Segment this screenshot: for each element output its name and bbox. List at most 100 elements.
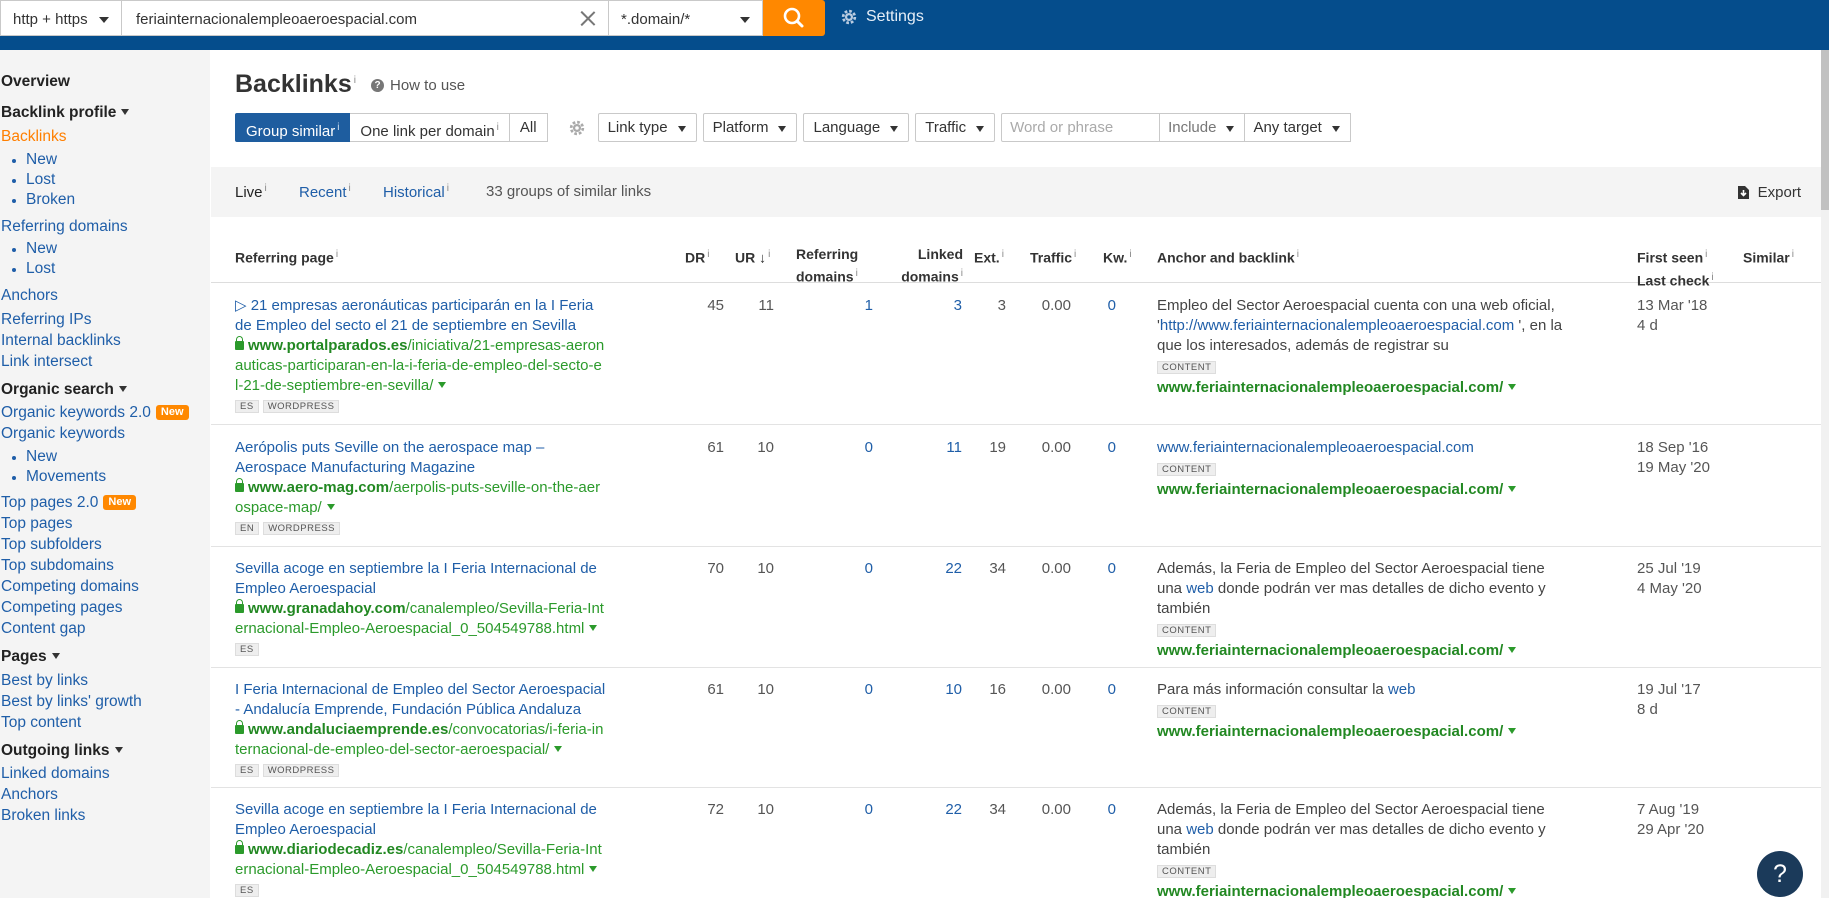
sidebar-item-backlinks[interactable]: Backlinks: [0, 125, 210, 150]
sidebar-section-backlink-profile[interactable]: Backlink profile: [0, 101, 210, 126]
sidebar-item-ok-movements[interactable]: Movements: [0, 467, 210, 487]
gear-icon[interactable]: [568, 119, 586, 137]
referring-page-title[interactable]: Sevilla acoge en septiembre la I Feria I…: [235, 559, 610, 599]
sidebar-item-rd-new[interactable]: New: [0, 239, 210, 259]
referring-domains-value[interactable]: 0: [831, 680, 873, 700]
link-type-dropdown[interactable]: Link type: [597, 113, 697, 142]
sidebar-item-link-intersect[interactable]: Link intersect: [0, 351, 210, 372]
sidebar-item-best-by-links[interactable]: Best by links: [0, 670, 210, 691]
one-link-per-domain-toggle[interactable]: One link per domain i: [350, 113, 510, 142]
sidebar-item-referring-ips[interactable]: Referring IPs: [0, 309, 210, 330]
sidebar-item-backlinks-lost[interactable]: Lost: [0, 170, 210, 190]
word-or-phrase-input[interactable]: Word or phrase: [1001, 113, 1161, 142]
sidebar-item-organic-keywords-2[interactable]: Organic keywords 2.0 New: [0, 402, 210, 423]
include-dropdown[interactable]: Include: [1160, 113, 1246, 142]
sidebar-item-internal-backlinks[interactable]: Internal backlinks: [0, 330, 210, 351]
col-dr[interactable]: DR i: [685, 245, 709, 268]
sidebar-item-backlinks-broken[interactable]: Broken: [0, 190, 210, 210]
chevron-down-icon[interactable]: [1508, 647, 1517, 653]
sidebar-item-organic-keywords[interactable]: Organic keywords: [0, 423, 210, 444]
chevron-down-icon[interactable]: [589, 866, 598, 872]
sidebar-item-overview[interactable]: Overview: [0, 70, 210, 95]
anchor-link[interactable]: web: [1388, 681, 1416, 698]
group-similar-toggle[interactable]: Group similar i: [235, 113, 351, 142]
sidebar-item-content-gap[interactable]: Content gap: [0, 618, 210, 639]
sidebar-section-organic-search[interactable]: Organic search: [0, 378, 210, 403]
anchor-link[interactable]: www.feriainternacionalempleoaeroespacial…: [1157, 439, 1474, 456]
sidebar-item-top-content[interactable]: Top content: [0, 712, 210, 733]
col-referring-domains[interactable]: Referring domains i: [796, 245, 858, 287]
backlink-target[interactable]: www.feriainternacionalempleoaeroespacial…: [1157, 722, 1567, 742]
linked-domains-value[interactable]: 22: [911, 800, 962, 820]
sidebar-item-competing-domains[interactable]: Competing domains: [0, 576, 210, 597]
sidebar-item-anchors[interactable]: Anchors: [0, 284, 210, 309]
sidebar-item-top-pages-2[interactable]: Top pages 2.0 New: [0, 492, 210, 513]
sidebar-item-backlinks-new[interactable]: New: [0, 150, 210, 170]
chevron-down-icon[interactable]: [438, 382, 447, 388]
referring-page-title[interactable]: Sevilla acoge en septiembre la I Feria I…: [235, 800, 610, 840]
sidebar-section-pages[interactable]: Pages: [0, 645, 210, 670]
sidebar-section-outgoing-links[interactable]: Outgoing links: [0, 739, 210, 764]
scrollbar-thumb[interactable]: [1821, 50, 1829, 210]
chevron-down-icon[interactable]: [1508, 486, 1517, 492]
settings-button[interactable]: Settings: [840, 8, 924, 26]
linked-domains-value[interactable]: 22: [911, 559, 962, 579]
chevron-down-icon[interactable]: [326, 504, 335, 510]
col-ext[interactable]: Ext. i: [974, 245, 1004, 268]
referring-domains-value[interactable]: 0: [831, 438, 873, 458]
help-button[interactable]: ?: [1757, 851, 1803, 897]
referring-domains-value[interactable]: 0: [831, 559, 873, 579]
export-button[interactable]: Export: [1737, 184, 1801, 201]
mode-select[interactable]: *.domain/*: [608, 0, 763, 36]
sidebar-item-best-by-links-growth[interactable]: Best by links' growth: [0, 691, 210, 712]
sidebar-item-top-pages[interactable]: Top pages: [0, 513, 210, 534]
referring-page-title[interactable]: Aerópolis puts Seville on the aerospace …: [235, 438, 610, 478]
all-toggle[interactable]: All: [509, 113, 548, 142]
referring-page-url[interactable]: www.aero-mag.com/aerpolis-puts-seville-o…: [235, 478, 605, 518]
language-dropdown[interactable]: Language: [803, 113, 910, 142]
info-icon[interactable]: i: [354, 75, 356, 86]
kw-value[interactable]: 0: [1091, 559, 1116, 579]
kw-value[interactable]: 0: [1091, 680, 1116, 700]
platform-dropdown[interactable]: Platform: [702, 113, 798, 142]
referring-page-url[interactable]: www.diariodecadiz.es/canalempleo/Sevilla…: [235, 840, 605, 880]
referring-domains-value[interactable]: 0: [831, 800, 873, 820]
sidebar-item-linked-domains[interactable]: Linked domains: [0, 763, 210, 784]
any-target-dropdown[interactable]: Any target: [1245, 113, 1351, 142]
referring-page-url[interactable]: www.andaluciaemprende.es/convocatorias/i…: [235, 720, 605, 760]
protocol-select[interactable]: http + https: [0, 0, 122, 36]
sidebar-item-rd-lost[interactable]: Lost: [0, 259, 210, 279]
tab-live[interactable]: Live i: [235, 183, 267, 201]
col-ur[interactable]: UR ↓ i: [735, 245, 770, 268]
anchor-link[interactable]: web: [1186, 821, 1214, 838]
url-input[interactable]: feriainternacionalempleoaeroespacial.com: [121, 0, 609, 36]
chevron-down-icon[interactable]: [1508, 728, 1517, 734]
tab-historical[interactable]: Historical i: [383, 183, 449, 201]
backlink-target[interactable]: www.feriainternacionalempleoaeroespacial…: [1157, 378, 1567, 398]
referring-page-url[interactable]: www.portalparados.es/iniciativa/21-empre…: [235, 336, 605, 396]
how-to-use-link[interactable]: ? How to use: [371, 77, 465, 94]
backlink-target[interactable]: www.feriainternacionalempleoaeroespacial…: [1157, 641, 1567, 661]
col-anchor[interactable]: Anchor and backlink i: [1157, 245, 1299, 268]
col-traffic[interactable]: Traffic i: [1030, 245, 1076, 268]
sidebar-item-ok-new[interactable]: New: [0, 447, 210, 467]
traffic-dropdown[interactable]: Traffic: [915, 113, 996, 142]
col-referring-page[interactable]: Referring page i: [235, 245, 338, 268]
backlink-target[interactable]: www.feriainternacionalempleoaeroespacial…: [1157, 882, 1567, 898]
kw-value[interactable]: 0: [1091, 296, 1116, 316]
linked-domains-value[interactable]: 3: [911, 296, 962, 316]
chevron-down-icon[interactable]: [1508, 888, 1517, 894]
backlink-target[interactable]: www.feriainternacionalempleoaeroespacial…: [1157, 480, 1567, 500]
sidebar-item-top-subdomains[interactable]: Top subdomains: [0, 555, 210, 576]
referring-page-url[interactable]: www.granadahoy.com/canalempleo/Sevilla-F…: [235, 599, 605, 639]
referring-page-title[interactable]: ▷ 21 empresas aeronáuticas participarán …: [235, 296, 610, 336]
sidebar-item-top-subfolders[interactable]: Top subfolders: [0, 534, 210, 555]
chevron-down-icon[interactable]: [589, 625, 598, 631]
sidebar-item-broken-links[interactable]: Broken links: [0, 805, 210, 826]
sidebar-item-anchors-out[interactable]: Anchors: [0, 784, 210, 805]
sidebar-item-competing-pages[interactable]: Competing pages: [0, 597, 210, 618]
kw-value[interactable]: 0: [1091, 438, 1116, 458]
sidebar-item-referring-domains[interactable]: Referring domains: [0, 215, 210, 240]
chevron-down-icon[interactable]: [1508, 384, 1517, 390]
kw-value[interactable]: 0: [1091, 800, 1116, 820]
